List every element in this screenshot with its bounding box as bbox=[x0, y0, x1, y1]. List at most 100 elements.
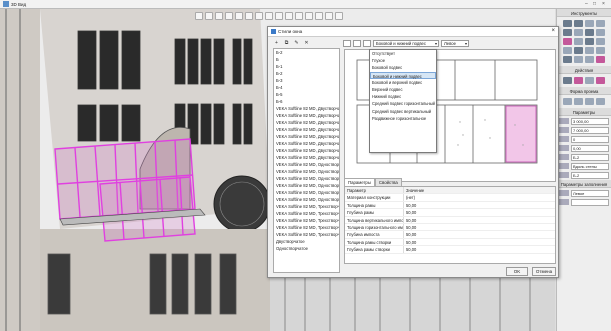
list-item[interactable]: VEKA Softline 82 MD, Одностворчатое bbox=[274, 168, 339, 175]
param-value[interactable]: 50,00 bbox=[404, 224, 555, 230]
dropdown-option[interactable]: Нижний подвес bbox=[370, 93, 436, 100]
align-field[interactable]: Вдоль стены bbox=[571, 162, 609, 170]
list-item[interactable]: VEKA Softline 82 MD, Одностворчатое bbox=[274, 161, 339, 168]
rename-icon[interactable]: ✎ bbox=[293, 40, 300, 46]
undo-icon[interactable] bbox=[265, 11, 273, 20]
param-value[interactable]: 50,00 bbox=[404, 209, 555, 215]
table-row[interactable]: Толщина вертикального импоста 50,00 bbox=[345, 216, 555, 224]
move-icon[interactable] bbox=[295, 11, 303, 20]
layout-split-icon[interactable] bbox=[343, 40, 351, 47]
open-icon[interactable] bbox=[205, 11, 213, 20]
view-icon[interactable] bbox=[315, 11, 323, 20]
list-item[interactable]: VEKA Softline 82 MD, Двустворчатое bbox=[274, 112, 339, 119]
list-item[interactable]: Б-2 bbox=[274, 49, 339, 56]
dropdown-option[interactable]: Верхний подвес bbox=[370, 86, 436, 93]
list-item[interactable]: VEKA Softline 82 MD, Трехстворчатое bbox=[274, 210, 339, 217]
table-row[interactable]: Глубина импоста 50,00 bbox=[345, 231, 555, 239]
window-tool-icon[interactable] bbox=[563, 38, 572, 45]
dropdown-option[interactable]: Средний подвес горизонтальный bbox=[370, 100, 436, 107]
door-tool-icon[interactable] bbox=[596, 29, 605, 36]
list-item[interactable]: VEKA Softline 82 MD, Трехстворчатое bbox=[274, 217, 339, 224]
list-item[interactable]: VEKA Softline 82 MD, Двустворчатое bbox=[274, 105, 339, 112]
list-item[interactable]: Б-2 bbox=[274, 70, 339, 77]
sill-field[interactable]: 0,00 bbox=[571, 144, 609, 152]
param-value[interactable]: 50,00 bbox=[404, 239, 555, 245]
dropdown-option[interactable]: Раздвижное горизонтальное bbox=[370, 115, 436, 122]
fill-tool-icon[interactable] bbox=[596, 56, 605, 63]
form-rect-icon[interactable] bbox=[563, 98, 572, 105]
offset-field[interactable]: 0 bbox=[571, 135, 609, 143]
dialog-close-icon[interactable]: × bbox=[551, 28, 555, 34]
list-item[interactable]: VEKA Softline 82 MD, Трехстворчатое bbox=[274, 224, 339, 231]
object-tool-icon[interactable] bbox=[563, 47, 572, 54]
ok-button[interactable]: OK bbox=[506, 267, 528, 276]
dropdown-option[interactable]: Глухое bbox=[370, 57, 436, 64]
cut-icon[interactable] bbox=[235, 11, 243, 20]
type-field[interactable]: Б-2 bbox=[571, 171, 609, 179]
close-icon[interactable]: × bbox=[602, 1, 605, 7]
slab-tool-icon[interactable] bbox=[596, 20, 605, 27]
form-circle-icon[interactable] bbox=[585, 98, 594, 105]
zone-tool-icon[interactable] bbox=[574, 47, 583, 54]
new-icon[interactable] bbox=[195, 11, 203, 20]
list-item[interactable]: VEKA Softline 82 MD, Двустворчатое bbox=[274, 133, 339, 140]
form-poly-icon[interactable] bbox=[596, 98, 605, 105]
paste-icon[interactable] bbox=[255, 11, 263, 20]
hinge-side-select[interactable]: Левое bbox=[441, 40, 469, 47]
column-tool-icon[interactable] bbox=[574, 20, 583, 27]
list-item[interactable]: VEKA Softline 82 MD, Двустворчатое bbox=[274, 154, 339, 161]
dropdown-option[interactable]: Отсутствует bbox=[370, 50, 436, 57]
list-item[interactable]: Б-6 bbox=[274, 98, 339, 105]
shell-tool-icon[interactable] bbox=[596, 47, 605, 54]
list-item[interactable]: Б-3 bbox=[274, 77, 339, 84]
list-item[interactable]: Б bbox=[274, 56, 339, 63]
copy-icon[interactable] bbox=[245, 11, 253, 20]
delete-icon[interactable]: ✕ bbox=[303, 40, 310, 46]
save-icon[interactable] bbox=[215, 11, 223, 20]
redo-icon[interactable] bbox=[275, 11, 283, 20]
table-row[interactable]: Толщина рамы створки 50,00 bbox=[345, 238, 555, 247]
mesh-tool-icon[interactable] bbox=[585, 47, 594, 54]
wall-tool-icon[interactable] bbox=[563, 20, 572, 27]
maximize-icon[interactable]: □ bbox=[593, 1, 596, 7]
list-item[interactable]: VEKA Softline 82 MD, Двустворчатое bbox=[274, 140, 339, 147]
tab-parameters[interactable]: Параметры bbox=[344, 178, 375, 186]
list-item[interactable]: Двустворчатое bbox=[274, 238, 339, 245]
table-row[interactable]: Глубина рамы 50,00 bbox=[345, 209, 555, 217]
render-icon[interactable] bbox=[325, 11, 333, 20]
param-value[interactable]: 50,00 bbox=[404, 231, 555, 237]
style-field[interactable]: Б-2 bbox=[571, 153, 609, 161]
list-item[interactable]: Одностворчатое bbox=[274, 245, 339, 252]
sash-type-dropdown[interactable]: Отсутствует Глухое Боковой подвес Боковой и… bbox=[369, 49, 437, 153]
layout-grid-icon[interactable] bbox=[353, 40, 361, 47]
param-value[interactable]: 50,00 bbox=[404, 217, 555, 223]
width-field[interactable]: 3 000,00 bbox=[571, 117, 609, 125]
form-arch-icon[interactable] bbox=[574, 98, 583, 105]
select-icon[interactable] bbox=[285, 11, 293, 20]
action-4-icon[interactable] bbox=[596, 77, 605, 84]
list-item[interactable]: VEKA Softline 82 MD, Трехстворчатое bbox=[274, 231, 339, 238]
duplicate-icon[interactable]: ⧉ bbox=[283, 40, 290, 46]
rotate-icon[interactable] bbox=[305, 11, 313, 20]
help-icon[interactable] bbox=[335, 11, 343, 20]
list-item[interactable]: VEKA Softline 82 MD, Одностворчатое bbox=[274, 175, 339, 182]
param-value[interactable]: 50,00 bbox=[404, 202, 555, 208]
add-icon[interactable]: + bbox=[273, 40, 280, 46]
beam-tool-icon[interactable] bbox=[585, 20, 594, 27]
minimize-icon[interactable]: – bbox=[585, 1, 588, 7]
list-item[interactable]: Б-4 bbox=[274, 84, 339, 91]
dropdown-option[interactable]: Боковой и верхний подвес bbox=[370, 79, 436, 86]
list-item[interactable]: VEKA Softline 82 MD, Двустворчатое bbox=[274, 119, 339, 126]
action-1-icon[interactable] bbox=[563, 77, 572, 84]
fill-extra-field[interactable] bbox=[571, 198, 609, 206]
ramp-tool-icon[interactable] bbox=[585, 29, 594, 36]
style-list[interactable]: Б-2 Б Б-1 Б-2 Б-3 Б-4 Б-5 Б-6 VEKA Softline 82 M… bbox=[273, 48, 340, 273]
list-item[interactable]: VEKA Softline 82 MD, Двустворчатое bbox=[274, 147, 339, 154]
list-item[interactable]: Б-1 bbox=[274, 63, 339, 70]
railing-tool-icon[interactable] bbox=[585, 38, 594, 45]
action-2-icon[interactable] bbox=[574, 77, 583, 84]
param-value[interactable]: (нет) bbox=[404, 194, 555, 200]
label-tool-icon[interactable] bbox=[585, 56, 594, 63]
list-item[interactable]: VEKA Softline 82 MD, Одностворчатое bbox=[274, 189, 339, 196]
text-tool-icon[interactable] bbox=[574, 56, 583, 63]
